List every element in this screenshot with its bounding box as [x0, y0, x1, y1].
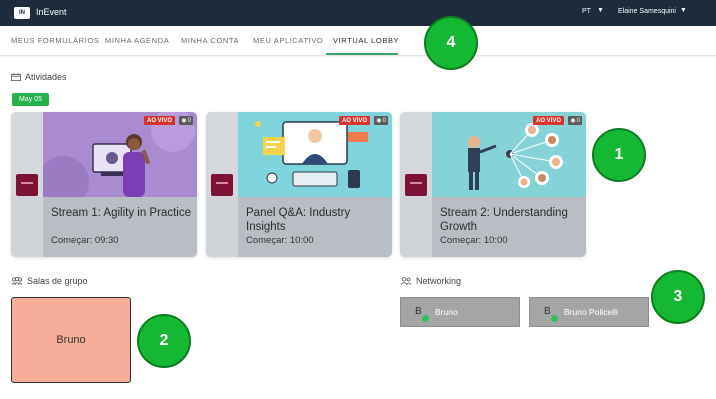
card-title: Panel Q&A: Industry Insights: [246, 207, 351, 233]
calendar-icon: [11, 73, 21, 81]
views-badge: ◉ 0: [568, 116, 582, 125]
people-icon: [400, 277, 412, 285]
tab-minha-agenda[interactable]: MINHA AGENDA: [105, 36, 169, 45]
live-badge: AO VIVO: [338, 116, 370, 125]
networking-person-2[interactable]: B Bruno Policelli: [529, 297, 649, 327]
views-badge: ◉ 0: [179, 116, 193, 125]
avatar: B: [544, 306, 551, 317]
eye-icon: ◉: [376, 118, 382, 124]
user-menu[interactable]: Elaine Samesquini: [618, 8, 676, 15]
avatar: B: [415, 306, 422, 317]
networking-title: Networking: [416, 276, 462, 286]
session-logo: [16, 174, 38, 196]
online-status-dot: [551, 315, 558, 322]
callout-badge-2: 2: [137, 314, 191, 368]
brand-name: InEvent: [36, 7, 67, 17]
live-badge: AO VIVO: [143, 116, 175, 125]
tab-meu-aplicativo[interactable]: MEU APLICATIVO: [253, 36, 323, 45]
group-rooms-title: Salas de grupo: [27, 276, 88, 286]
tab-meus-formularios[interactable]: MEUS FORMULÁRIOS: [11, 36, 99, 45]
chevron-down-icon[interactable]: ▼: [680, 7, 687, 14]
group-icon: [11, 277, 23, 285]
tab-virtual-lobby[interactable]: VIRTUAL LOBBY: [333, 36, 399, 45]
group-rooms-heading: Salas de grupo: [11, 276, 88, 286]
activity-card-2[interactable]: AO VIVO ◉ 0 Panel Q&A: Industry Insights …: [206, 112, 392, 257]
tab-minha-conta[interactable]: MINHA CONTA: [181, 36, 239, 45]
person-name: Bruno: [435, 307, 458, 317]
networking-heading: Networking: [400, 276, 461, 286]
group-room-bruno[interactable]: Bruno: [11, 297, 131, 383]
card-title: Stream 1: Agility in Practice: [51, 207, 191, 219]
networking-person-1[interactable]: B Bruno: [400, 297, 520, 327]
card-start-time: Começar: 10:00: [246, 235, 314, 246]
eye-icon: ◉: [181, 118, 187, 124]
card-start-time: Começar: 09:30: [51, 235, 119, 246]
card-title: Stream 2: Understanding Growth: [440, 207, 568, 233]
chevron-down-icon[interactable]: ▼: [597, 7, 604, 14]
top-bar: IN InEvent PT ▼ Elaine Samesquini ▼: [0, 0, 716, 26]
online-status-dot: [422, 315, 429, 322]
activity-card-3[interactable]: AO VIVO ◉ 0 Stream 2: Understanding Growt…: [400, 112, 586, 257]
callout-badge-1: 1: [592, 128, 646, 182]
activities-heading: Atividades: [11, 72, 67, 82]
views-badge: ◉ 0: [374, 116, 388, 125]
activity-card-1[interactable]: AO VIVO ◉ 0 Stream 1: Agility in Practice…: [11, 112, 197, 257]
callout-badge-3: 3: [651, 270, 705, 324]
date-pill[interactable]: May 05: [12, 93, 49, 106]
language-selector[interactable]: PT: [582, 8, 591, 15]
session-logo: [211, 174, 233, 196]
tab-bar: MEUS FORMULÁRIOS MINHA AGENDA MINHA CONT…: [0, 26, 716, 56]
callout-badge-4: 4: [424, 16, 478, 70]
card-start-time: Começar: 10:00: [440, 235, 508, 246]
active-tab-indicator: [326, 53, 398, 55]
activities-title: Atividades: [25, 72, 67, 82]
person-name: Bruno Policelli: [564, 307, 618, 317]
inevent-logo[interactable]: IN: [14, 7, 30, 19]
session-logo: [405, 174, 427, 196]
live-badge: AO VIVO: [532, 116, 564, 125]
eye-icon: ◉: [570, 118, 576, 124]
